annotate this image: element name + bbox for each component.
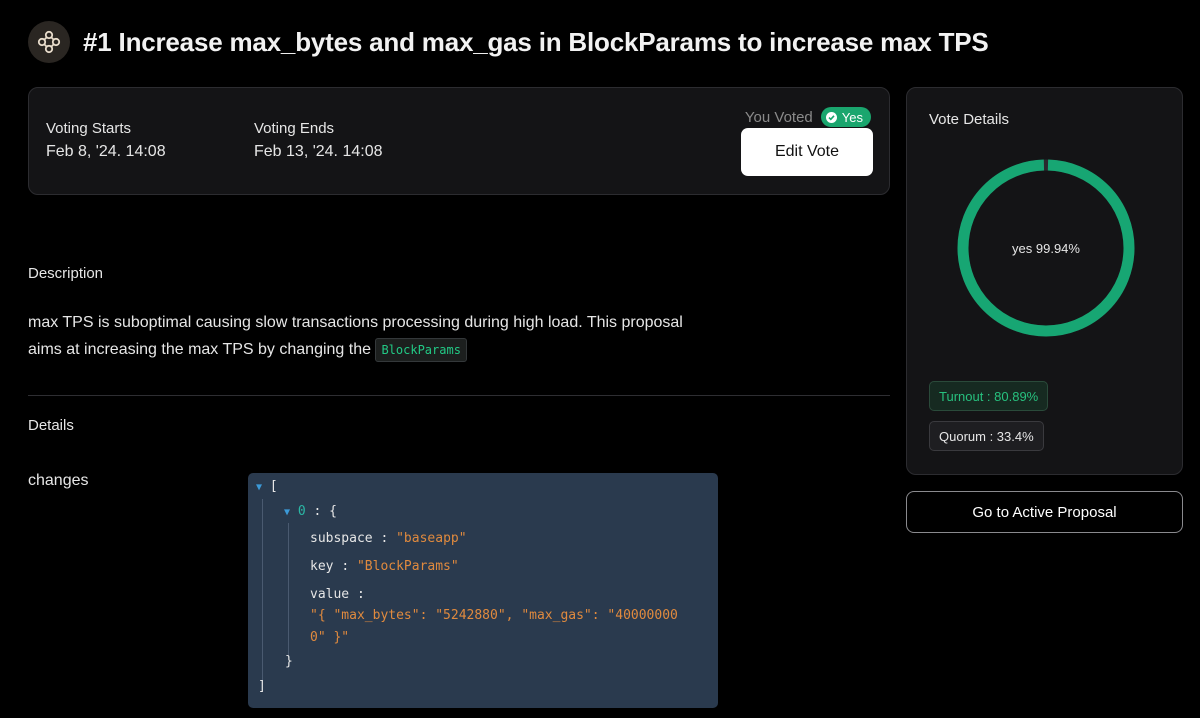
- proposal-page: #1 Increase max_bytes and max_gas in Blo…: [0, 0, 1200, 718]
- voting-starts-label: Voting Starts: [46, 120, 132, 137]
- collapse-triangle-icon[interactable]: ▼: [284, 507, 290, 518]
- dao-knot-icon: [28, 21, 70, 63]
- json-root-line: ▼ [: [256, 479, 278, 494]
- description-text: max TPS is suboptimal causing slow trans…: [28, 309, 728, 363]
- blockparams-code-chip: BlockParams: [375, 337, 467, 362]
- donut-center-label: yes 99.94%: [1012, 240, 1080, 256]
- vote-badge: Yes: [820, 107, 871, 127]
- json-value-string-line-2: 0" }": [310, 630, 350, 645]
- json-close-bracket: ]: [258, 679, 266, 694]
- turnout-badge: Turnout : 80.89%: [929, 381, 1049, 411]
- json-value-key: "BlockParams": [356, 559, 459, 574]
- voting-ends: Voting Ends Feb 13, '24. 14:08: [254, 120, 382, 161]
- details-heading: Details: [28, 417, 74, 434]
- json-colon: :: [380, 531, 389, 546]
- edit-vote-button[interactable]: Edit Vote: [741, 128, 873, 176]
- page-header: #1 Increase max_bytes and max_gas in Blo…: [28, 21, 989, 63]
- voting-period-card: Voting Starts Feb 8, '24. 14:08 Voting E…: [28, 87, 890, 195]
- vote-badge-label: Yes: [841, 109, 863, 125]
- vote-details-title: Vote Details: [929, 111, 1010, 128]
- json-open-bracket: [: [269, 479, 278, 494]
- voting-starts: Voting Starts Feb 8, '24. 14:08: [46, 120, 166, 161]
- json-value-subspace: "baseapp": [396, 531, 467, 546]
- you-voted-indicator: You Voted Yes: [745, 107, 871, 127]
- voting-starts-value: Feb 8, '24. 14:08: [46, 143, 166, 160]
- description-line-2: aims at increasing the max TPS by changi…: [28, 341, 371, 358]
- go-to-active-proposal-button[interactable]: Go to Active Proposal: [906, 491, 1183, 533]
- json-value-line: value :: [310, 587, 365, 602]
- voting-ends-value: Feb 13, '24. 14:08: [254, 143, 383, 160]
- changes-label: changes: [28, 472, 89, 489]
- json-key-subspace: subspace: [310, 531, 373, 546]
- json-viewer: ▼ [ ▼ 0 : { subspace : "baseapp" key : "…: [248, 473, 718, 708]
- indent-guide: [288, 523, 289, 658]
- json-colon: :: [356, 587, 365, 602]
- json-subspace-line: subspace : "baseapp": [310, 531, 467, 546]
- you-voted-label: You Voted: [744, 108, 813, 126]
- vote-details-panel: Vote Details yes 99.94% Turnout : 80.89%…: [906, 87, 1183, 475]
- indent-guide: [262, 499, 263, 685]
- json-value-string-line-1: "{ "max_bytes": "5242880", "max_gas": "4…: [310, 608, 678, 623]
- check-circle-icon: [825, 111, 837, 123]
- json-index: 0: [297, 504, 306, 519]
- json-colon: :: [313, 504, 322, 519]
- json-key-line: key : "BlockParams": [310, 559, 459, 574]
- description-heading: Description: [28, 265, 104, 282]
- description-line-1: max TPS is suboptimal causing slow trans…: [28, 314, 683, 331]
- page-title: #1 Increase max_bytes and max_gas in Blo…: [83, 26, 989, 57]
- json-key-value: value: [310, 587, 350, 602]
- json-item-0-line: ▼ 0 : {: [284, 504, 337, 519]
- json-key-key: key: [310, 559, 334, 574]
- json-colon: :: [341, 559, 350, 574]
- json-open-brace: {: [329, 504, 337, 519]
- collapse-triangle-icon[interactable]: ▼: [256, 482, 262, 493]
- json-close-brace: }: [285, 654, 293, 669]
- section-divider: [28, 395, 890, 396]
- quorum-badge: Quorum : 33.4%: [929, 421, 1044, 451]
- voting-ends-label: Voting Ends: [254, 120, 335, 137]
